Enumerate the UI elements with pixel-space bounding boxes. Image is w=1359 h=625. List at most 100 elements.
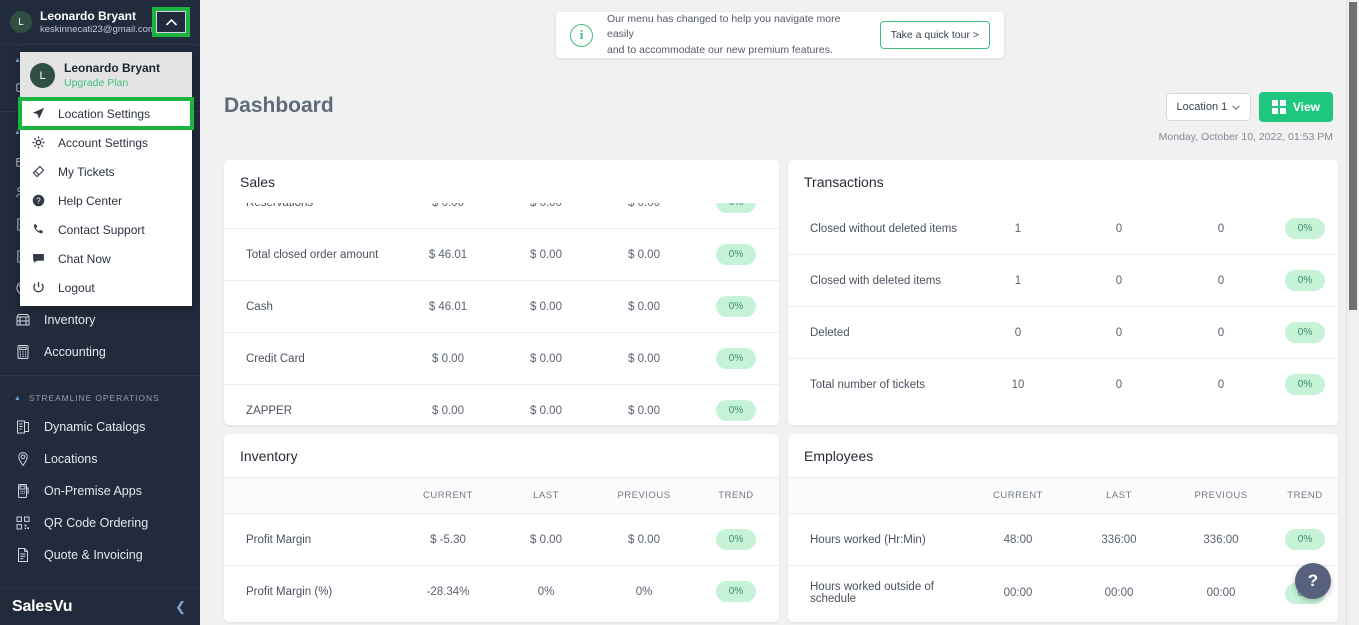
row-label: Deleted	[788, 306, 968, 359]
avatar: L	[10, 11, 32, 33]
announcement-banner: i Our menu has changed to help you navig…	[556, 12, 1004, 58]
user-email: keskinnecati23@gmail.com	[40, 23, 156, 35]
sidebar-item-accounting[interactable]: Accounting	[0, 336, 200, 368]
chevron-up-icon[interactable]	[152, 7, 190, 37]
page-scrollbar[interactable]	[1346, 0, 1359, 625]
qr-code-icon	[14, 515, 31, 532]
table-row: Credit Card $ 0.00 $ 0.00 $ 0.00 0%	[224, 332, 779, 385]
row-previous: $ 0.00	[595, 228, 693, 281]
status-badge: 0%	[1284, 374, 1326, 395]
status-badge: 0%	[715, 529, 757, 550]
employees-table-head: CURRENT LAST PREVIOUS TREND	[788, 477, 1338, 514]
row-previous: 0	[1217, 378, 1225, 391]
row-previous: 00:00	[1206, 587, 1236, 599]
chevron-left-icon[interactable]: ❮	[175, 599, 186, 615]
column-header-blank	[788, 477, 968, 514]
status-badge: 0%	[715, 581, 757, 602]
column-header-blank	[224, 477, 399, 514]
menu-item-account-settings[interactable]: Account Settings	[20, 128, 192, 157]
transactions-card-title: Transactions	[804, 174, 884, 190]
row-trend: 0%	[693, 280, 779, 333]
banner-line-1: Our menu has changed to help you navigat…	[607, 13, 841, 41]
row-trend: 0%	[693, 385, 779, 426]
gear-icon	[32, 136, 47, 149]
row-previous: $ 0.00	[595, 203, 693, 229]
dropdown-user-name: Leonardo Bryant	[64, 61, 161, 75]
row-current: 0	[968, 306, 1068, 359]
transactions-card: Transactions Closed without deleted item…	[788, 160, 1338, 425]
calculator-icon	[14, 344, 31, 361]
menu-item-label: Logout	[58, 280, 95, 295]
sales-scroll-region[interactable]: Reservations $ 0.00 $ 0.00 $ 0.00 0% Tot…	[224, 203, 779, 425]
dropdown-user-header[interactable]: L Leonardo Bryant Upgrade Plan	[20, 52, 192, 100]
chat-bubble-icon	[32, 252, 47, 265]
sidebar-item-qr-code-ordering[interactable]: QR Code Ordering	[0, 507, 200, 539]
row-trend: 0%	[1272, 254, 1338, 307]
help-button[interactable]: ?	[1295, 563, 1331, 599]
sidebar-group-streamline-operations[interactable]: ▲ STREAMLINE OPERATIONS	[0, 383, 200, 411]
table-row: Profit Margin $ -5.30 $ 0.00 $ 0.00 0%	[224, 513, 779, 566]
catalog-icon	[14, 419, 31, 436]
row-last: $ 0.00	[497, 332, 595, 385]
row-label: Total number of tickets	[810, 378, 926, 391]
sidebar-item-quote-invoicing[interactable]: Quote & Invoicing	[0, 539, 200, 571]
column-header-current: CURRENT	[399, 477, 497, 514]
employees-card: Employees CURRENT LAST PREVIOUS TREND Ho…	[788, 434, 1338, 622]
sidebar-item-on-premise-apps[interactable]: On-Premise Apps	[0, 475, 200, 507]
table-row: Total closed order amount $ 46.01 $ 0.00…	[224, 228, 779, 281]
location-selector[interactable]: Location 1	[1165, 93, 1252, 121]
employees-card-title: Employees	[804, 448, 874, 464]
sidebar-item-label: Inventory	[44, 313, 96, 327]
row-trend: 0%	[693, 203, 779, 229]
row-current: $ 46.01	[399, 280, 497, 333]
page-scrollbar-thumb[interactable]	[1349, 2, 1357, 310]
table-row: Hours worked outside of schedule 00:00 0…	[788, 566, 1338, 621]
menu-item-my-tickets[interactable]: My Tickets	[20, 157, 192, 186]
status-badge: 0%	[1284, 322, 1326, 343]
menu-item-chat-now[interactable]: Chat Now	[20, 244, 192, 273]
status-badge: 0%	[715, 203, 757, 213]
row-last: $ 0.00	[530, 404, 562, 417]
inventory-table-head: CURRENT LAST PREVIOUS TREND	[224, 477, 779, 514]
upgrade-plan-link[interactable]: Upgrade Plan	[64, 77, 160, 91]
row-trend: 0%	[1272, 203, 1338, 255]
sidebar: L Leonardo Bryant keskinnecati23@gmail.c…	[0, 0, 200, 625]
take-a-quick-tour-button[interactable]: Take a quick tour >	[879, 21, 990, 49]
row-label: ZAPPER	[246, 404, 293, 417]
row-previous: 0	[1170, 254, 1272, 307]
row-previous: 0	[1170, 203, 1272, 255]
sales-table: Reservations $ 0.00 $ 0.00 $ 0.00 0% Tot…	[224, 203, 779, 425]
row-last: $ 0.00	[497, 513, 595, 566]
sidebar-item-locations[interactable]: Locations	[0, 443, 200, 475]
view-button[interactable]: View	[1259, 92, 1333, 122]
row-label: Total closed order amount	[224, 228, 399, 281]
sidebar-group-label: STREAMLINE OPERATIONS	[28, 393, 160, 403]
menu-item-label: Account Settings	[58, 135, 149, 150]
row-label: Cash	[224, 280, 399, 333]
row-label: Profit Margin	[224, 513, 399, 566]
status-badge: 0%	[1284, 529, 1326, 550]
row-previous: $ 0.00	[628, 404, 660, 417]
svg-text:?: ?	[36, 197, 41, 206]
sidebar-item-inventory[interactable]: Inventory	[0, 304, 200, 336]
column-header-current: CURRENT	[968, 477, 1068, 514]
sidebar-user-header[interactable]: L Leonardo Bryant keskinnecati23@gmail.c…	[0, 0, 200, 45]
menu-item-logout[interactable]: Logout	[20, 273, 192, 302]
menu-item-label: My Tickets	[58, 164, 115, 179]
row-previous: $ 0.00	[595, 332, 693, 385]
row-label: Closed without deleted items	[788, 203, 968, 255]
table-row: ZAPPER $ 0.00 $ 0.00 $ 0.00 0%	[224, 385, 779, 426]
sidebar-item-dynamic-catalogs[interactable]: Dynamic Catalogs	[0, 411, 200, 443]
sidebar-item-label: Dynamic Catalogs	[44, 420, 146, 434]
sidebar-item-label: Locations	[44, 452, 98, 466]
table-row: Reservations $ 0.00 $ 0.00 $ 0.00 0%	[224, 203, 779, 229]
menu-item-location-settings[interactable]: Location Settings	[18, 97, 194, 131]
table-row: Profit Margin (%) -28.34% 0% 0% 0%	[224, 566, 779, 618]
map-pin-icon	[14, 451, 31, 468]
navigation-arrow-icon	[32, 107, 47, 120]
menu-item-help-center[interactable]: ? Help Center	[20, 186, 192, 215]
menu-item-contact-support[interactable]: Contact Support	[20, 215, 192, 244]
table-row: Cash $ 46.01 $ 0.00 $ 0.00 0%	[224, 280, 779, 333]
phone-icon	[32, 223, 47, 236]
row-last: $ 0.00	[497, 228, 595, 281]
